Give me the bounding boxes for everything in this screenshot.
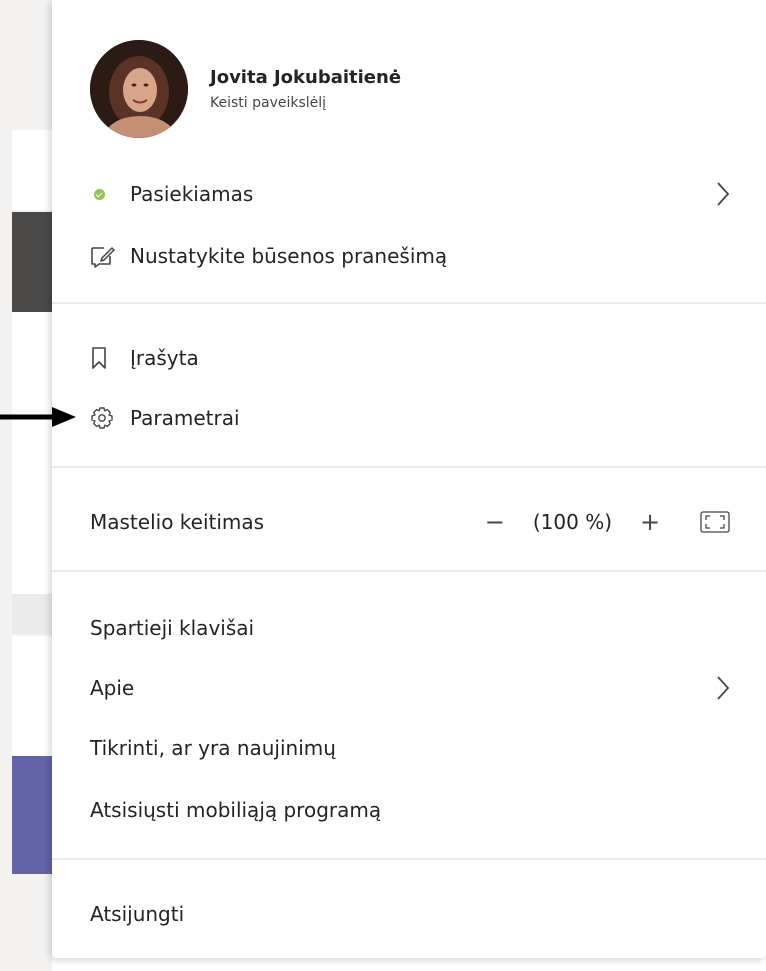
chevron-right-icon: [716, 675, 730, 701]
divider: [52, 302, 766, 304]
available-status-icon: [94, 188, 105, 200]
download-mobile-app-item[interactable]: Atsisiųsti mobiliąją programą: [90, 788, 730, 832]
sign-out-item[interactable]: Atsijungti: [90, 892, 730, 936]
zoom-in-button[interactable]: +: [630, 508, 670, 536]
background-panel: [12, 312, 52, 594]
set-status-message-item[interactable]: Nustatykite būsenos pranešimą: [90, 234, 730, 278]
edit-message-icon: [90, 244, 120, 268]
gear-icon: [90, 406, 120, 430]
avatar-photo: [90, 40, 188, 138]
divider: [52, 466, 766, 468]
bookmark-icon: [90, 346, 120, 370]
sign-out-label: Atsijungti: [90, 902, 185, 926]
keyboard-shortcuts-label: Spartieji klavišai: [90, 616, 255, 640]
zoom-label: Mastelio keitimas: [90, 510, 265, 534]
divider: [52, 570, 766, 572]
zoom-level: (100 %): [532, 510, 612, 534]
zoom-out-button[interactable]: −: [475, 508, 515, 536]
status-message-label: Nustatykite būsenos pranešimą: [130, 244, 448, 268]
annotation-arrow-icon: [0, 407, 76, 427]
saved-item[interactable]: Įrašyta: [90, 336, 730, 380]
background-panel-purple: [12, 756, 52, 874]
check-updates-label: Tikrinti, ar yra naujinimų: [90, 736, 336, 760]
user-name: Jovita Jokubaitienė: [210, 67, 402, 88]
check-updates-item[interactable]: Tikrinti, ar yra naujinimų: [90, 726, 730, 770]
divider: [52, 858, 766, 860]
background-panel: [12, 594, 52, 634]
zoom-row: Mastelio keitimas − (100 %) +: [90, 500, 730, 544]
change-picture-link[interactable]: Keisti paveikslėlį: [210, 94, 401, 112]
background-panel: [12, 130, 52, 210]
about-label: Apie: [90, 676, 135, 700]
fullscreen-icon[interactable]: [700, 511, 730, 533]
profile-header: Jovita Jokubaitienė Keisti paveikslėlį: [90, 40, 401, 138]
status-item[interactable]: Pasiekiamas: [90, 172, 730, 216]
about-item[interactable]: Apie: [90, 666, 730, 710]
status-label: Pasiekiamas: [130, 182, 254, 206]
settings-label: Parametrai: [130, 406, 240, 430]
background-panel-dark: [12, 212, 52, 312]
profile-menu: Jovita Jokubaitienė Keisti paveikslėlį P…: [52, 0, 766, 958]
chevron-right-icon: [716, 181, 730, 207]
avatar[interactable]: [90, 40, 188, 138]
saved-label: Įrašyta: [130, 346, 199, 370]
download-mobile-app-label: Atsisiųsti mobiliąją programą: [90, 798, 382, 822]
background-panel: [12, 636, 52, 756]
keyboard-shortcuts-item[interactable]: Spartieji klavišai: [90, 606, 730, 650]
settings-item[interactable]: Parametrai: [90, 396, 730, 440]
